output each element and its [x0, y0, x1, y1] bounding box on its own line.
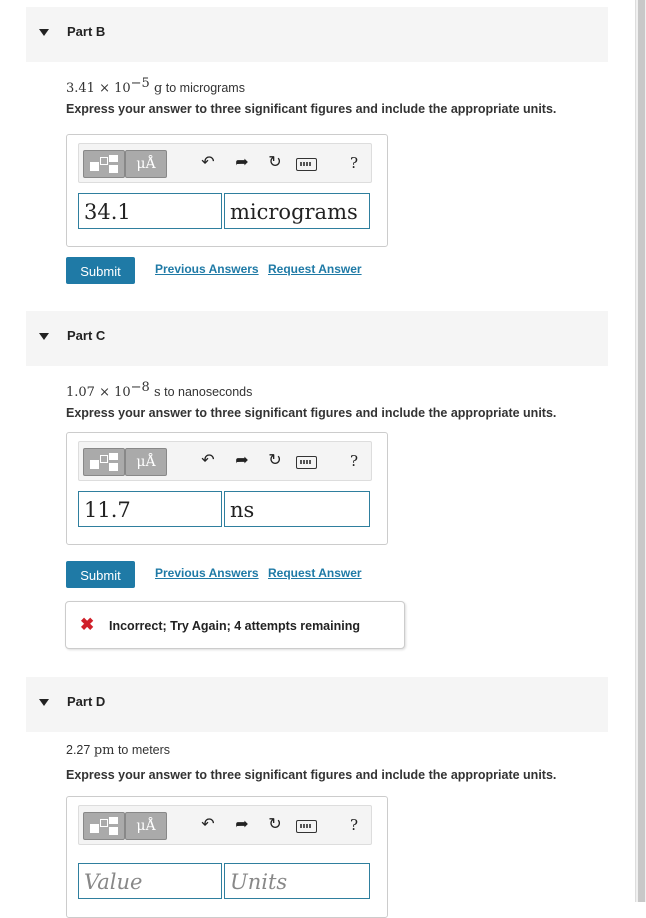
redo-icon[interactable]: ➦ [233, 153, 251, 173]
request-answer-link[interactable]: Request Answer [268, 262, 362, 276]
request-answer-link[interactable]: Request Answer [268, 566, 362, 580]
part-title: Part C [67, 328, 106, 343]
scrollbar[interactable] [635, 0, 646, 902]
submit-button[interactable]: Submit [66, 257, 135, 284]
keyboard-icon[interactable] [296, 456, 317, 469]
help-button[interactable]: ? [350, 154, 358, 172]
instruction-text: Express your answer to three significant… [66, 102, 557, 116]
part-title: Part B [67, 24, 106, 39]
keyboard-icon[interactable] [296, 158, 317, 171]
templates-button[interactable] [83, 150, 125, 178]
reset-icon[interactable]: ↻ [266, 451, 284, 471]
reset-icon[interactable]: ↻ [266, 153, 284, 173]
units-input[interactable]: micrograms [224, 193, 370, 229]
undo-icon[interactable]: ↶ [199, 815, 217, 835]
part-c-header[interactable]: Part C [26, 311, 608, 366]
feedback-box: ✖ Incorrect; Try Again; 4 attempts remai… [65, 601, 405, 649]
math-toolbar: μÅ ↶ ➦ ↻ ? [78, 441, 372, 481]
question-text: 3.41 × 10−5 g to micrograms [66, 76, 245, 97]
previous-answers-link[interactable]: Previous Answers [155, 262, 259, 276]
incorrect-icon: ✖ [80, 615, 95, 634]
value-input[interactable]: 11.7 [78, 491, 222, 527]
answer-box: μÅ ↶ ➦ ↻ ? 34.1 micrograms [66, 134, 388, 247]
feedback-message: Incorrect; Try Again; 4 attempts remaini… [109, 619, 360, 633]
reset-icon[interactable]: ↻ [266, 815, 284, 835]
redo-icon[interactable]: ➦ [233, 815, 251, 835]
value-input[interactable]: 34.1 [78, 193, 222, 229]
question-text: 2.27 pm to meters [66, 743, 171, 758]
templates-button[interactable] [83, 812, 125, 840]
units-button[interactable]: μÅ [125, 812, 167, 840]
units-button[interactable]: μÅ [125, 448, 167, 476]
undo-icon[interactable]: ↶ [199, 451, 217, 471]
units-button[interactable]: μÅ [125, 150, 167, 178]
math-toolbar: μÅ ↶ ➦ ↻ ? [78, 805, 372, 845]
collapse-triangle-icon[interactable] [39, 333, 49, 340]
part-d-header[interactable]: Part D [26, 677, 608, 732]
units-input[interactable]: Units [224, 863, 370, 899]
previous-answers-link[interactable]: Previous Answers [155, 566, 259, 580]
undo-icon[interactable]: ↶ [199, 153, 217, 173]
collapse-triangle-icon[interactable] [39, 29, 49, 36]
submit-button[interactable]: Submit [66, 561, 135, 588]
answer-box: μÅ ↶ ➦ ↻ ? 11.7 ns [66, 432, 388, 545]
help-button[interactable]: ? [350, 816, 358, 834]
templates-button[interactable] [83, 448, 125, 476]
part-b-header[interactable]: Part B [26, 7, 608, 62]
math-toolbar: μÅ ↶ ➦ ↻ ? [78, 143, 372, 183]
units-input[interactable]: ns [224, 491, 370, 527]
collapse-triangle-icon[interactable] [39, 699, 49, 706]
question-text: 1.07 × 10−8 s to nanoseconds [66, 380, 253, 401]
keyboard-icon[interactable] [296, 820, 317, 833]
instruction-text: Express your answer to three significant… [66, 406, 557, 420]
part-title: Part D [67, 694, 106, 709]
instruction-text: Express your answer to three significant… [66, 768, 557, 782]
scrollbar-thumb[interactable] [638, 0, 645, 902]
redo-icon[interactable]: ➦ [233, 451, 251, 471]
value-input[interactable]: Value [78, 863, 222, 899]
help-button[interactable]: ? [350, 452, 358, 470]
answer-box: μÅ ↶ ➦ ↻ ? Value Units [66, 796, 388, 918]
